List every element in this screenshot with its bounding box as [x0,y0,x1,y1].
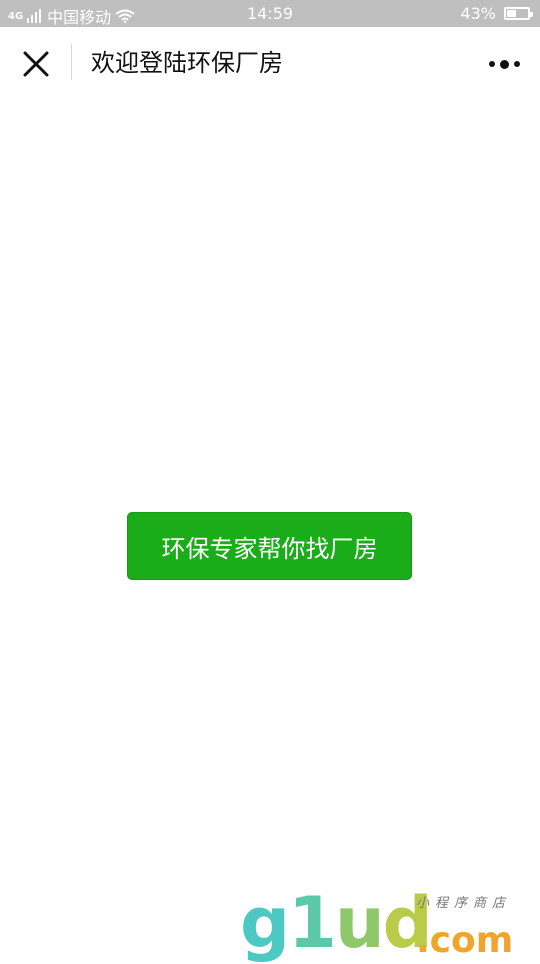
status-time: 14:59 [246,4,294,23]
page-title: 欢迎登陆环保厂房 [91,49,283,77]
battery-icon [504,7,533,20]
status-bar: 4G 中国移动 14:59 43% [0,0,540,27]
close-icon [23,51,49,77]
battery-fill [507,10,516,17]
watermark-logo: g1ud 小程序商店 .com [240,882,540,964]
find-factory-button[interactable]: 环保专家帮你找厂房 [127,512,412,580]
watermark-domain-suffix: .com [416,920,514,961]
watermark-slogan: 小程序商店 [416,896,512,911]
more-dots-icon [488,59,520,69]
watermark-brand: g1ud [240,882,433,964]
nav-bar: 欢迎登陆环保厂房 [0,27,540,99]
close-button[interactable] [14,44,58,84]
more-button[interactable] [482,44,526,84]
status-right: 43% [460,4,533,23]
nav-divider [71,44,72,80]
battery-percent: 43% [460,4,496,23]
